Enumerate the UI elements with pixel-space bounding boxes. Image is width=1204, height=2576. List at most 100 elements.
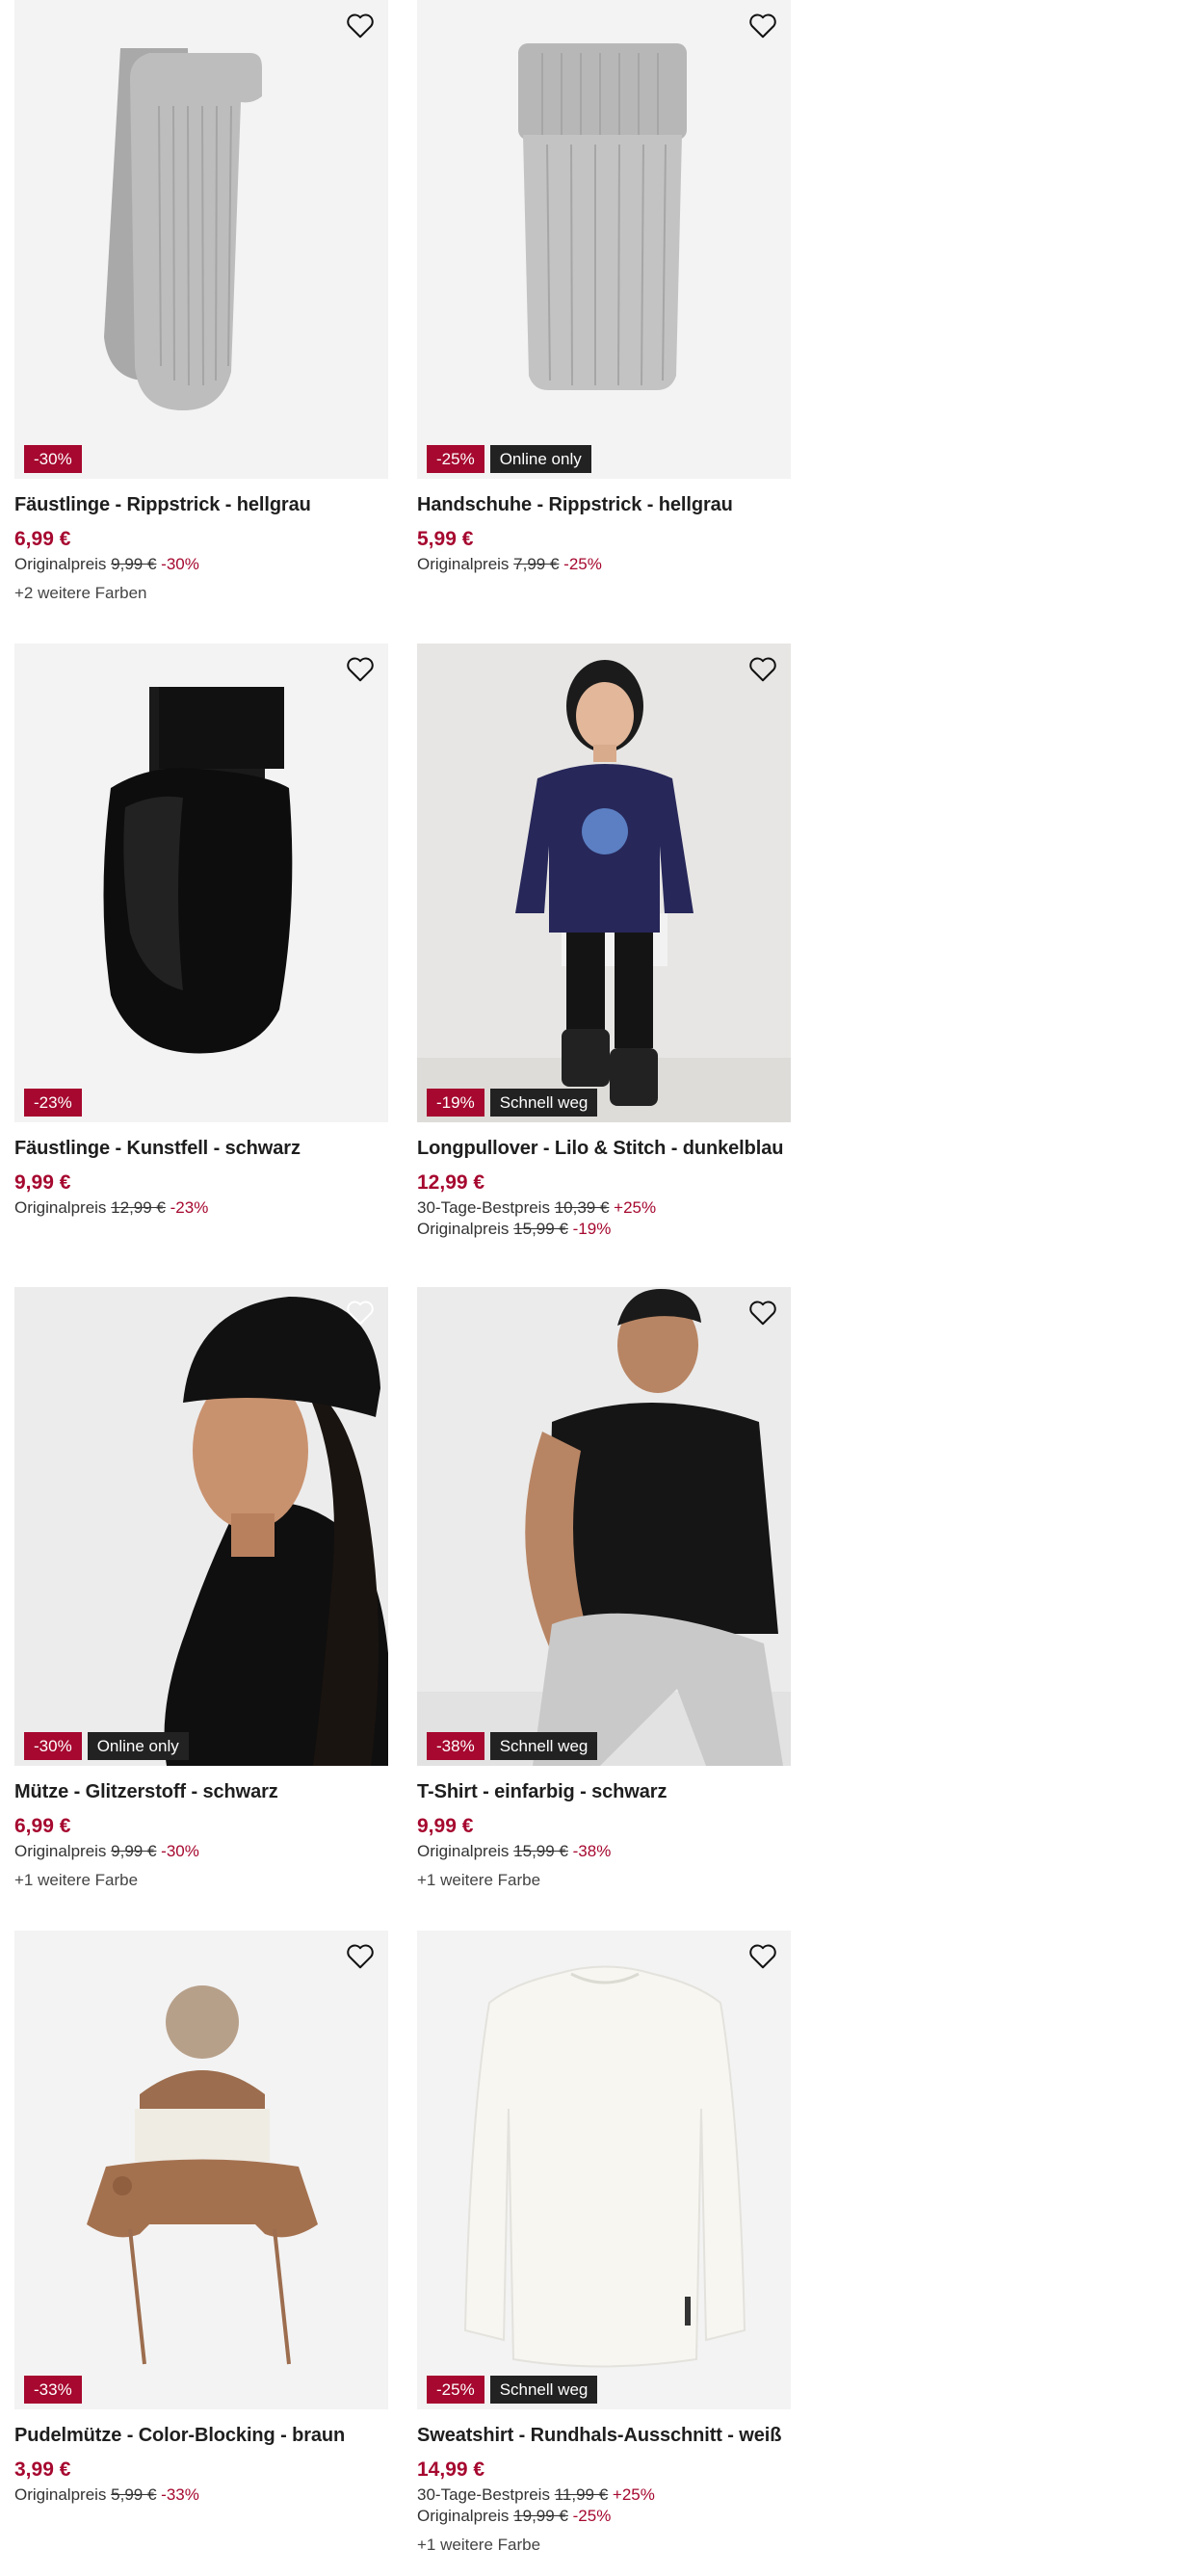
badge-group: -30% [24, 445, 82, 473]
original-price-label: Originalpreis [417, 555, 510, 573]
original-price-label: Originalpreis [14, 2485, 107, 2504]
favorite-heart-icon[interactable] [746, 1940, 779, 1973]
online-only-badge: Online only [87, 1732, 189, 1760]
original-price-label: Originalpreis [14, 1198, 107, 1217]
product-price: 12,99 € [417, 1171, 485, 1194]
product-card[interactable]: -33% Pudelmütze - Color-Blocking - braun… [14, 1931, 388, 2505]
more-colors-link[interactable]: +1 weitere Farbe [417, 1871, 791, 1890]
schnell-weg-badge: Schnell weg [489, 2376, 598, 2404]
best-price-line: 30-Tage-Bestpreis 11,99 € +25% [417, 2485, 791, 2505]
product-image[interactable]: -38% Schnell weg [417, 1287, 791, 1766]
schnell-weg-badge: Schnell weg [489, 1089, 598, 1117]
original-price-percent: -25% [572, 2507, 612, 2525]
product-name[interactable]: Pudelmütze - Color-Blocking - braun [14, 2425, 388, 2447]
original-price-percent: -23% [170, 1198, 209, 1217]
original-price-line: Originalpreis 15,99 € -38% [417, 1842, 791, 1861]
original-price-value: 5,99 € [111, 2485, 157, 2504]
original-price-percent: -30% [161, 1842, 199, 1860]
favorite-heart-icon[interactable] [344, 10, 377, 42]
product-name[interactable]: Fäustlinge - Kunstfell - schwarz [14, 1138, 388, 1160]
best-price-line: 30-Tage-Bestpreis 10,39 € +25% [417, 1198, 791, 1218]
product-image[interactable]: -25% Online only [417, 0, 791, 479]
more-colors-link[interactable]: +1 weitere Farbe [14, 1871, 388, 1890]
best-price-percent: +25% [612, 2485, 655, 2504]
original-price-line: Originalpreis 15,99 € -19% [417, 1220, 791, 1239]
original-price-label: Originalpreis [14, 1842, 107, 1860]
badge-group: -23% [24, 1089, 82, 1117]
original-price-line: Originalpreis 5,99 € -33% [14, 2485, 388, 2505]
product-card[interactable]: -25% Online only Handschuhe - Rippstrick… [417, 0, 791, 574]
original-price-line: Originalpreis 9,99 € -30% [14, 1842, 388, 1861]
product-name[interactable]: T-Shirt - einfarbig - schwarz [417, 1781, 791, 1803]
product-card[interactable]: -30% Online only Mütze - Glitzerstoff - … [14, 1287, 388, 1890]
product-card[interactable]: -25% Schnell weg Sweatshirt - Rundhals-A… [417, 1931, 791, 2555]
product-price: 6,99 € [14, 1815, 71, 1837]
original-price-label: Originalpreis [417, 1220, 510, 1238]
woman-black-beanie-photo [14, 1287, 388, 1766]
original-price-value: 19,99 € [513, 2507, 568, 2525]
product-image[interactable]: -19% Schnell weg [417, 644, 791, 1122]
product-price: 9,99 € [14, 1171, 71, 1194]
original-price-value: 9,99 € [111, 555, 157, 573]
product-name[interactable]: Sweatshirt - Rundhals-Ausschnitt - weiß [417, 2425, 791, 2447]
original-price-value: 7,99 € [513, 555, 560, 573]
knit-gloves-grey-icon [417, 0, 791, 479]
product-card[interactable]: -30% Fäustlinge - Rippstrick - hellgrau … [14, 0, 388, 603]
discount-badge: -23% [24, 1089, 82, 1117]
product-name[interactable]: Mütze - Glitzerstoff - schwarz [14, 1781, 388, 1803]
badge-group: -19% Schnell weg [427, 1089, 598, 1117]
favorite-heart-icon[interactable] [344, 1940, 377, 1973]
product-price: 3,99 € [14, 2458, 71, 2481]
favorite-heart-icon[interactable] [746, 1297, 779, 1329]
favorite-heart-icon[interactable] [344, 1297, 377, 1329]
product-name[interactable]: Longpullover - Lilo & Stitch - dunkelbla… [417, 1138, 791, 1160]
discount-badge: -30% [24, 1732, 82, 1760]
best-price-percent: +25% [614, 1198, 657, 1217]
product-name[interactable]: Fäustlinge - Rippstrick - hellgrau [14, 494, 388, 516]
product-card[interactable]: -19% Schnell weg Longpullover - Lilo & S… [417, 644, 791, 1239]
original-price-value: 9,99 € [111, 1842, 157, 1860]
more-colors-link[interactable]: +2 weitere Farben [14, 584, 388, 603]
favorite-heart-icon[interactable] [746, 10, 779, 42]
product-image[interactable]: -30% Online only [14, 1287, 388, 1766]
original-price-value: 12,99 € [111, 1198, 166, 1217]
discount-badge: -25% [427, 445, 484, 473]
product-card[interactable]: -23% Fäustlinge - Kunstfell - schwarz 9,… [14, 644, 388, 1218]
badge-group: -25% Online only [427, 445, 591, 473]
white-sweatshirt-icon [417, 1931, 791, 2409]
best-price-label: 30-Tage-Bestpreis [417, 1198, 550, 1217]
knit-mittens-grey-icon [14, 0, 388, 479]
product-price: 6,99 € [14, 528, 71, 550]
discount-badge: -33% [24, 2376, 82, 2404]
product-image[interactable]: -25% Schnell weg [417, 1931, 791, 2409]
badge-group: -25% Schnell weg [427, 2376, 598, 2404]
online-only-badge: Online only [489, 445, 591, 473]
more-colors-link[interactable]: +1 weitere Farbe [417, 2536, 791, 2555]
fur-mittens-black-icon [14, 644, 388, 1122]
kid-longpullover-photo [417, 644, 791, 1122]
discount-badge: -38% [427, 1732, 484, 1760]
original-price-percent: -38% [572, 1842, 612, 1860]
badge-group: -30% Online only [24, 1732, 189, 1760]
badge-group: -38% Schnell weg [427, 1732, 598, 1760]
badge-group: -33% [24, 2376, 82, 2404]
original-price-line: Originalpreis 19,99 € -25% [417, 2507, 791, 2526]
favorite-heart-icon[interactable] [746, 653, 779, 686]
product-image[interactable]: -23% [14, 644, 388, 1122]
best-price-label: 30-Tage-Bestpreis [417, 2485, 550, 2504]
product-image[interactable]: -33% [14, 1931, 388, 2409]
discount-badge: -25% [427, 2376, 484, 2404]
original-price-label: Originalpreis [14, 555, 107, 573]
favorite-heart-icon[interactable] [344, 653, 377, 686]
product-image[interactable]: -30% [14, 0, 388, 479]
product-card[interactable]: -38% Schnell weg T-Shirt - einfarbig - s… [417, 1287, 791, 1890]
original-price-percent: -19% [572, 1220, 612, 1238]
original-price-line: Originalpreis 9,99 € -30% [14, 555, 388, 574]
pompom-hat-brown-icon [14, 1931, 388, 2409]
product-name[interactable]: Handschuhe - Rippstrick - hellgrau [417, 494, 791, 516]
original-price-value: 15,99 € [513, 1220, 568, 1238]
best-price-value: 11,99 € [554, 2485, 609, 2504]
original-price-percent: -30% [161, 555, 199, 573]
original-price-value: 15,99 € [513, 1842, 568, 1860]
original-price-percent: -25% [563, 555, 602, 573]
